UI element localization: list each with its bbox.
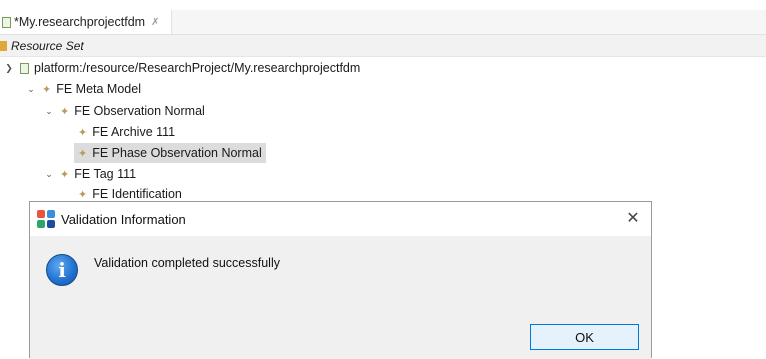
tree-node-icon: ✦: [78, 188, 88, 201]
validation-dialog: Validation Information ✕ i Validation co…: [29, 201, 652, 359]
resource-set-header[interactable]: Resource Set: [0, 35, 766, 57]
tree-item-label: FE Archive 111: [92, 125, 176, 139]
close-icon[interactable]: ✕: [623, 209, 643, 229]
tree-item-observation-normal[interactable]: ⌄ ✦ FE Observation Normal: [44, 101, 205, 121]
tree-item-label: FE Meta Model: [56, 82, 141, 96]
editor-tab[interactable]: *My.researchprojectfdm ✗: [0, 10, 173, 34]
tree-item-archive[interactable]: ✦ FE Archive 111: [78, 122, 175, 142]
editor-tab-bar: *My.researchprojectfdm ✗: [0, 10, 766, 35]
tree-item-label: platform:/resource/ResearchProject/My.re…: [34, 61, 361, 75]
tree-item-label: FE Tag 111: [74, 167, 137, 181]
resource-set-label: Resource Set: [11, 38, 84, 53]
tree-node-icon: ✦: [60, 105, 70, 118]
app-logo-icon: [37, 210, 55, 228]
tree-item-label: FE Phase Observation Normal: [92, 146, 262, 160]
file-icon: [20, 62, 29, 74]
dialog-title-bar[interactable]: Validation Information: [30, 202, 651, 236]
chevron-down-icon[interactable]: ❯: [4, 63, 14, 74]
tree-node-icon: ✦: [42, 83, 52, 96]
file-icon: [2, 16, 11, 28]
tree-node-icon: ✦: [78, 126, 88, 139]
tree-item-label: FE Observation Normal: [74, 104, 205, 118]
dialog-title: Validation Information: [61, 211, 186, 227]
tree-item-label: FE Identification: [92, 187, 182, 201]
chevron-down-icon[interactable]: ⌄: [44, 169, 54, 180]
editor-tab-label: *My.researchprojectfdm: [14, 15, 146, 29]
folder-icon: [0, 40, 7, 51]
tree-node-icon: ✦: [60, 168, 70, 181]
tree-item-tag[interactable]: ⌄ ✦ FE Tag 111: [44, 164, 136, 184]
ok-button[interactable]: OK: [530, 324, 639, 350]
tree-item-phase-observation-normal[interactable]: ✦ FE Phase Observation Normal: [74, 143, 266, 163]
dialog-body: i Validation completed successfully OK: [30, 236, 651, 359]
chevron-down-icon[interactable]: ⌄: [44, 106, 54, 117]
tree-node-icon: ✦: [78, 147, 88, 160]
tree-item-meta-model[interactable]: ⌄ ✦ FE Meta Model: [26, 79, 141, 99]
info-icon: i: [46, 254, 78, 286]
chevron-down-icon[interactable]: ⌄: [26, 84, 36, 95]
tree-item-platform[interactable]: ❯ platform:/resource/ResearchProject/My.…: [4, 58, 360, 78]
dialog-message: Validation completed successfully: [94, 256, 280, 270]
tab-close-icon[interactable]: ✗: [151, 17, 159, 28]
